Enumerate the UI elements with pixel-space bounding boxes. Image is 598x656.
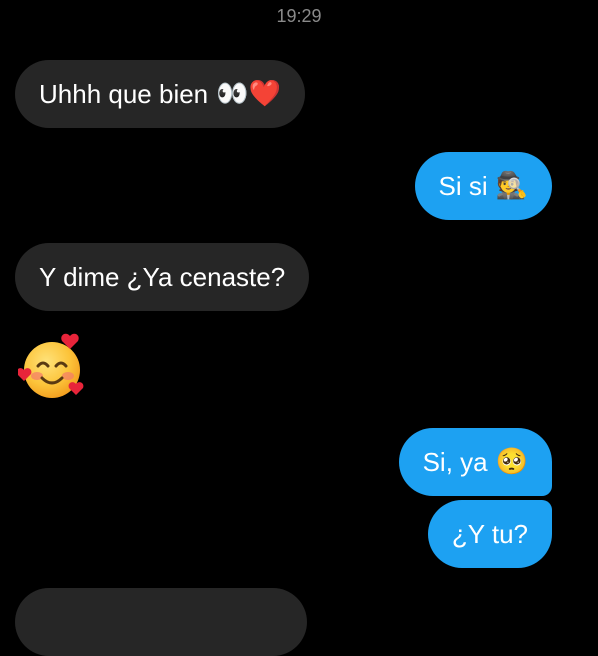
message-text: ¿Y tu? xyxy=(451,518,528,549)
detective-emoji-icon: 🕵️ xyxy=(495,171,528,201)
smiling-face-with-hearts-emoji-icon[interactable]: 🥰 xyxy=(16,330,91,402)
message-text: Uhhh que bien xyxy=(39,78,209,109)
eyes-heart-emoji-icon: 👀❤️ xyxy=(216,79,281,109)
message-text: Si si xyxy=(438,170,488,201)
incoming-message-bubble[interactable]: Uhhh que bien 👀❤️ xyxy=(15,60,305,128)
incoming-message-bubble[interactable]: Y dime ¿Ya cenaste? xyxy=(15,243,310,311)
outgoing-message-bubble[interactable]: Si si 🕵️ xyxy=(414,152,552,220)
incoming-message-bubble-partial[interactable] xyxy=(15,588,307,656)
outgoing-message-bubble[interactable]: ¿Y tu? xyxy=(427,500,552,568)
outgoing-message-bubble[interactable]: Si, ya 🥺 xyxy=(398,428,552,496)
message-timestamp: 19:29 xyxy=(276,6,322,26)
message-text: Y dime ¿Ya cenaste? xyxy=(39,261,286,292)
message-emoji-text: 🥰 xyxy=(90,330,91,331)
pleading-face-emoji-icon: 🥺 xyxy=(495,447,528,477)
message-text: Si, ya xyxy=(422,446,488,477)
